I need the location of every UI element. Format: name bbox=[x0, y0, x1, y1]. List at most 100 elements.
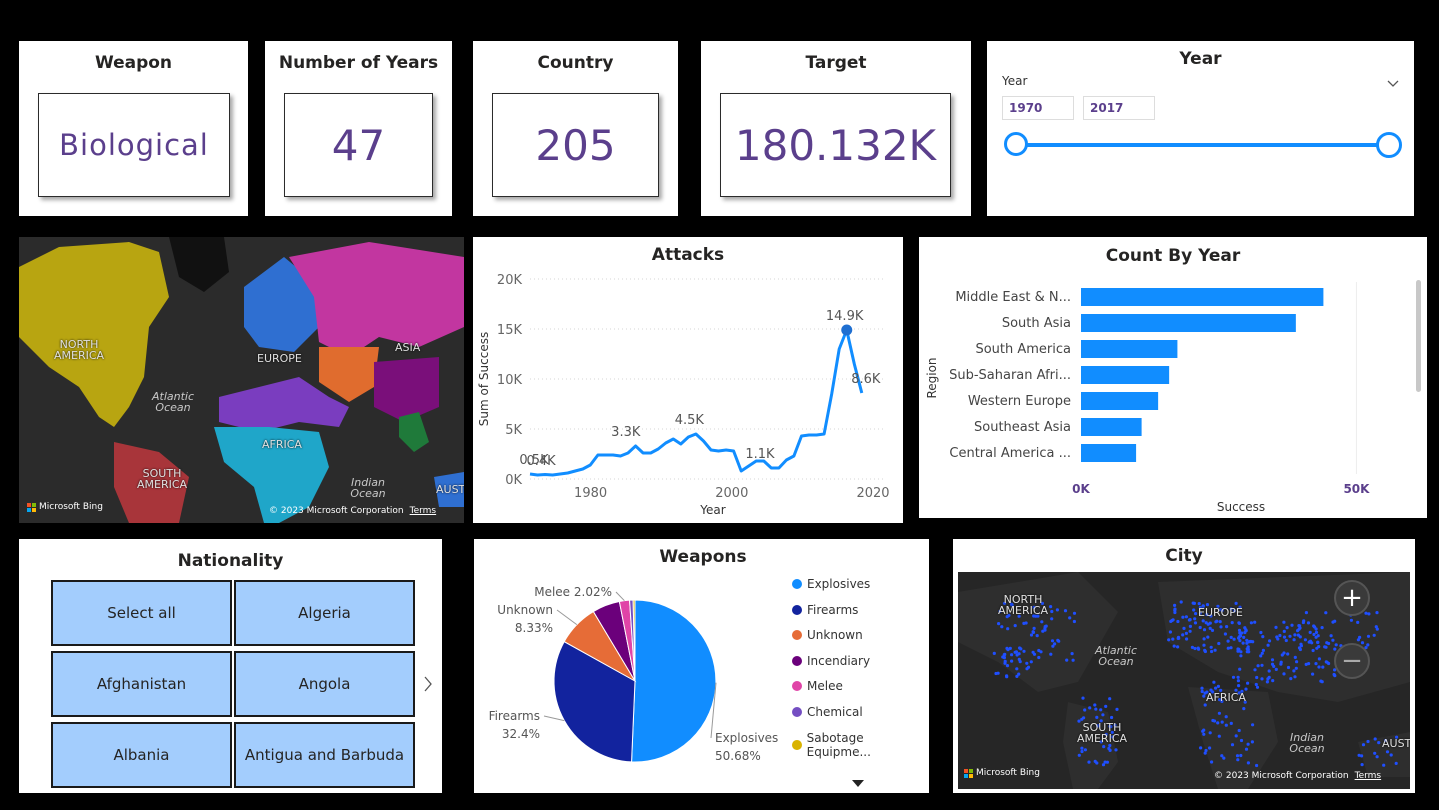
city-point bbox=[1072, 619, 1076, 624]
x-axis-title: Year bbox=[699, 503, 725, 517]
city-point bbox=[1094, 707, 1098, 711]
city-point bbox=[1200, 689, 1204, 694]
bar[interactable] bbox=[1081, 288, 1324, 306]
region-map[interactable]: NORTH AMERICA EUROPE ASIA AFRICA SOUTH A… bbox=[19, 237, 464, 523]
bar[interactable] bbox=[1081, 340, 1178, 358]
legend-item[interactable]: Sabotage Equipme... bbox=[792, 731, 927, 759]
bar[interactable] bbox=[1081, 314, 1296, 332]
data-label: 8.6K bbox=[851, 372, 881, 387]
city-point bbox=[996, 671, 1000, 675]
city-point bbox=[1295, 660, 1299, 664]
option-label: Angola bbox=[298, 675, 351, 693]
city-point bbox=[1259, 654, 1263, 658]
legend-item[interactable]: Chemical bbox=[792, 705, 863, 719]
map-copyright: © 2023 Microsoft Corporation Terms bbox=[1214, 771, 1381, 781]
line-series-success[interactable] bbox=[529, 328, 864, 477]
map-label-north-america: NORTH AMERICA bbox=[54, 338, 105, 362]
pie-slice[interactable] bbox=[631, 599, 717, 763]
bar[interactable] bbox=[1081, 444, 1137, 462]
legend-dot-icon bbox=[792, 707, 802, 717]
slicer-field-label: Year bbox=[1002, 74, 1028, 88]
city-map[interactable]: NORTH AMERICA EUROPE AFRICA SOUTH AMERIC… bbox=[958, 572, 1410, 789]
city-point bbox=[1217, 734, 1221, 738]
city-point bbox=[1173, 603, 1177, 607]
city-point bbox=[1049, 605, 1053, 609]
chevron-right-icon[interactable] bbox=[423, 675, 433, 697]
nationality-option-antigua[interactable]: Antigua and Barbuda bbox=[234, 722, 415, 788]
year-end-input[interactable]: 2017 bbox=[1083, 96, 1155, 120]
bar[interactable] bbox=[1081, 392, 1159, 410]
slider-handle-start[interactable] bbox=[1004, 132, 1028, 156]
slider-handle-end[interactable] bbox=[1376, 132, 1402, 158]
legend-scroll-down-icon[interactable] bbox=[852, 773, 864, 792]
y-tick-label: 5K bbox=[505, 423, 522, 438]
nationality-option-algeria[interactable]: Algeria bbox=[234, 580, 415, 646]
weapons-pie-chart[interactable]: Explosives 50.68% Firearms 32.4% Unknown 8.33… bbox=[474, 539, 784, 793]
scrollbar[interactable] bbox=[1416, 280, 1421, 392]
bar[interactable] bbox=[1081, 366, 1170, 384]
city-point bbox=[1179, 600, 1183, 604]
city-point bbox=[1329, 634, 1333, 638]
city-point bbox=[1236, 675, 1240, 679]
chevron-down-icon[interactable] bbox=[1387, 73, 1399, 92]
city-point bbox=[1282, 635, 1287, 639]
city-point bbox=[1366, 634, 1371, 638]
x-tick-label: 1980 bbox=[574, 486, 607, 501]
kpi-title: Country bbox=[537, 53, 614, 73]
nationality-option-albania[interactable]: Albania bbox=[51, 722, 232, 788]
city-point bbox=[1253, 668, 1257, 672]
attacks-line-chart[interactable]: 0K 5K 10K 15K 20K 1980 2000 2020 Year Sum of Succ… bbox=[473, 237, 903, 523]
zoom-in-button[interactable]: + bbox=[1334, 580, 1370, 616]
city-point bbox=[1249, 621, 1253, 625]
city-point bbox=[1254, 682, 1258, 687]
slider-track[interactable] bbox=[1017, 143, 1389, 147]
map-label-asia: ASIA bbox=[395, 341, 421, 354]
city-point bbox=[1360, 763, 1364, 767]
map-label-south-america: SOUTH AMERICA bbox=[1076, 721, 1128, 745]
city-point bbox=[1356, 620, 1360, 624]
legend-item[interactable]: Unknown bbox=[792, 628, 863, 642]
pie-label-name: Firearms bbox=[489, 709, 540, 723]
city-point bbox=[1199, 746, 1203, 750]
terms-link[interactable]: Terms bbox=[410, 506, 437, 516]
city-point bbox=[1176, 619, 1180, 624]
legend-item[interactable]: Incendiary bbox=[792, 654, 870, 668]
city-point bbox=[1324, 660, 1328, 664]
city-point bbox=[1083, 748, 1087, 752]
kpi-card-weapon: Weapon Biological bbox=[19, 41, 248, 216]
city-point bbox=[1029, 660, 1033, 664]
legend-item[interactable]: Melee bbox=[792, 679, 843, 693]
label-leader-line bbox=[615, 591, 625, 602]
city-point bbox=[1366, 739, 1370, 744]
city-point bbox=[1324, 645, 1328, 649]
city-point bbox=[1241, 641, 1245, 645]
city-point bbox=[1360, 641, 1365, 645]
city-point bbox=[1321, 665, 1325, 669]
city-point bbox=[1035, 634, 1039, 638]
legend-dot-icon bbox=[792, 655, 802, 666]
nationality-option-afghanistan[interactable]: Afghanistan bbox=[51, 651, 232, 717]
peak-marker[interactable] bbox=[841, 324, 853, 336]
city-point bbox=[1284, 638, 1288, 643]
weapons-legend: Explosives Firearms Unknown Incendiary Melee… bbox=[792, 577, 927, 759]
terms-link[interactable]: Terms bbox=[1355, 771, 1382, 781]
count-by-year-bar-chart[interactable]: Middle East & N... South Asia South Americ… bbox=[919, 237, 1427, 518]
y-axis-title: Region bbox=[925, 357, 939, 398]
city-point bbox=[1173, 610, 1177, 615]
nationality-option-angola[interactable]: Angola bbox=[234, 651, 415, 717]
legend-item[interactable]: Explosives bbox=[792, 577, 870, 591]
legend-item[interactable]: Firearms bbox=[792, 603, 858, 617]
city-point bbox=[1245, 647, 1249, 651]
city-point bbox=[1244, 629, 1248, 633]
y-tick-label: 15K bbox=[497, 323, 523, 338]
city-point bbox=[997, 622, 1001, 626]
zoom-out-button[interactable]: − bbox=[1334, 643, 1370, 679]
year-start-input[interactable]: 1970 bbox=[1002, 96, 1074, 120]
city-point bbox=[1282, 620, 1286, 624]
city-point bbox=[1307, 662, 1311, 666]
bar[interactable] bbox=[1081, 418, 1142, 436]
nationality-option-select-all[interactable]: Select all bbox=[51, 580, 232, 646]
city-point bbox=[1050, 617, 1054, 621]
map-label-atlantic: Atlantic Ocean bbox=[1094, 644, 1138, 668]
legend-label: Explosives bbox=[807, 577, 871, 591]
